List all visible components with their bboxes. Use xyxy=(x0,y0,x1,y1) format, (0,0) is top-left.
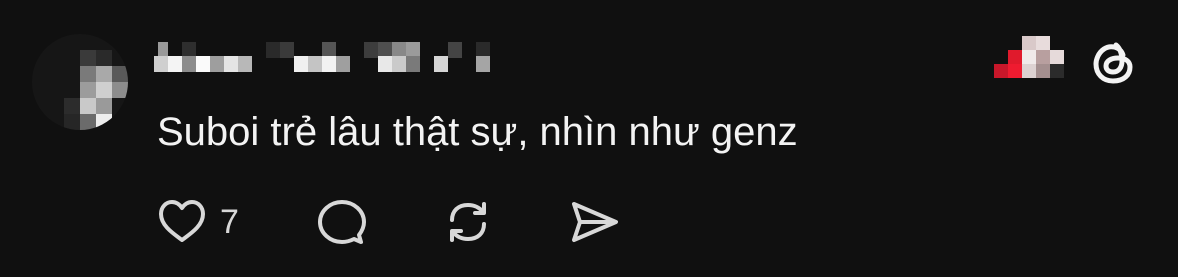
share-button[interactable] xyxy=(566,192,622,252)
threads-logo-icon[interactable] xyxy=(1086,34,1142,90)
send-icon xyxy=(566,194,622,250)
post-text: Suboi trẻ lâu thật sự, nhìn như genz xyxy=(157,110,798,154)
badge xyxy=(994,36,1066,86)
username[interactable] xyxy=(154,40,524,72)
avatar[interactable] xyxy=(32,34,128,130)
like-button[interactable]: 7 xyxy=(154,192,239,252)
repost-icon xyxy=(440,194,496,250)
like-count: 7 xyxy=(220,203,239,241)
heart-icon xyxy=(154,194,210,250)
thread-post: Suboi trẻ lâu thật sự, nhìn như genz 7 xyxy=(0,0,1178,277)
reply-button[interactable] xyxy=(314,192,370,252)
comment-bubble-icon xyxy=(314,194,370,250)
repost-button[interactable] xyxy=(440,192,496,252)
